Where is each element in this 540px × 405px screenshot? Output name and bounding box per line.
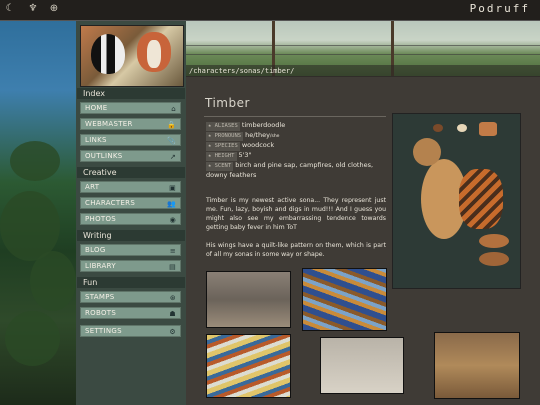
sidebar-item-settings[interactable]: SETTINGS ⚙ [80, 325, 181, 337]
fact-tag: ★ HEIGHT [206, 152, 237, 161]
sidebar-item-stamps[interactable]: STAMPS ⊛ [80, 291, 181, 303]
fact-row-aliases: ★ ALIASES timberdoodle [206, 121, 388, 131]
paperclip-icon: 📎 [166, 137, 176, 145]
badge-icon: ⊛ [169, 294, 176, 302]
fact-row-species: ★ SPECIES woodcock [206, 141, 388, 151]
fact-row-height: ★ HEIGHT 5'3" [206, 151, 388, 161]
fact-tag: ★ SPECIES [206, 142, 240, 151]
sidebar-item-label: OUTLINKS [85, 152, 123, 160]
top-bar: ☾ ♆ ⊕ Podruff [0, 0, 540, 21]
intro-paragraph: Timber is my newest active sona... They … [206, 197, 386, 231]
title-divider [204, 116, 386, 117]
target-icon[interactable]: ⊕ [48, 3, 60, 15]
fact-tag: ★ ALIASES [206, 122, 240, 131]
background-sky-trees [0, 21, 76, 405]
fact-value: woodcock [241, 141, 275, 149]
reference-sheet-image[interactable] [392, 113, 521, 289]
sidebar-item-library[interactable]: LIBRARY ▤ [80, 260, 181, 272]
gear-icon: ⚙ [169, 328, 176, 336]
image-icon: ▣ [169, 184, 176, 192]
sidebar-item-label: ART [85, 183, 100, 191]
sidebar-item-label: LINKS [85, 136, 107, 144]
nav-section-creative: Creative [77, 167, 185, 178]
page-title: Timber [205, 96, 250, 110]
fact-row-scent: ★ SCENT birch and pine sap, campfires, ol… [206, 161, 388, 180]
photo-thumbnail-woodcock-2[interactable] [320, 337, 404, 394]
lock-icon: 🔒 [166, 121, 176, 129]
sidebar-item-robots[interactable]: ROBOTS ☗ [80, 307, 181, 319]
sidebar-item-label: BLOG [85, 246, 106, 254]
nav-section-index: Index [77, 88, 185, 99]
sidebar-item-label: LIBRARY [85, 262, 116, 270]
fact-value-small: /she [269, 134, 280, 139]
avatar-badger-fox [80, 25, 184, 87]
photo-thumbnail-embroidery[interactable] [206, 334, 291, 398]
home-icon: ⌂ [171, 105, 176, 113]
users-icon: 👥 [166, 200, 176, 208]
external-link-icon: ↗ [169, 153, 176, 161]
sidebar-item-label: HOME [85, 104, 108, 112]
robot-icon: ☗ [169, 310, 176, 318]
sidebar-item-outlinks[interactable]: OUTLINKS ↗ [80, 150, 181, 162]
sidebar-item-label: ROBOTS [85, 309, 117, 317]
sidebar-item-photos[interactable]: PHOTOS ◉ [80, 213, 181, 225]
sidebar-item-art[interactable]: ART ▣ [80, 181, 181, 193]
fact-value: timberdoodle [241, 121, 286, 129]
photo-thumbnail-woodcock-3[interactable] [434, 332, 520, 399]
photo-thumbnail-quilt[interactable] [302, 268, 387, 331]
nav-section-writing: Writing [77, 230, 185, 241]
sidebar-item-links[interactable]: LINKS 📎 [80, 134, 181, 146]
sidebar-item-label: STAMPS [85, 293, 115, 301]
breadcrumb-path: /characters/sonas/timber/ [186, 65, 540, 77]
sidebar-item-label: SETTINGS [85, 327, 122, 335]
sidebar-item-label: PHOTOS [85, 215, 117, 223]
moon-icon[interactable]: ☾ [4, 3, 16, 15]
fact-row-pronouns: ★ PRONOUNS he/they/she [206, 131, 388, 141]
camera-icon: ◉ [169, 216, 176, 224]
fact-tag: ★ PRONOUNS [206, 132, 244, 141]
fact-tag: ★ SCENT [206, 162, 234, 171]
tooth-icon[interactable]: ♆ [27, 3, 39, 15]
photo-thumbnail-woodcock-1[interactable] [206, 271, 291, 328]
sidebar-item-label: CHARACTERS [85, 199, 136, 207]
book-icon: ▤ [169, 263, 176, 271]
wings-paragraph: His wings have a quilt-like pattern on t… [206, 242, 386, 258]
fact-value: 5'3" [238, 151, 252, 159]
sidebar-item-blog[interactable]: BLOG ≡ [80, 244, 181, 256]
sidebar-item-home[interactable]: HOME ⌂ [80, 102, 181, 114]
fact-value: he/they [245, 131, 270, 139]
nav-section-fun: Fun [77, 277, 185, 288]
sidebar-item-webmaster[interactable]: WEBMASTER 🔒 [80, 118, 181, 130]
site-brand[interactable]: Podruff [470, 2, 530, 15]
sidebar-item-characters[interactable]: CHARACTERS 👥 [80, 197, 181, 209]
sidebar-item-label: WEBMASTER [85, 120, 133, 128]
text-icon: ≡ [169, 247, 176, 255]
